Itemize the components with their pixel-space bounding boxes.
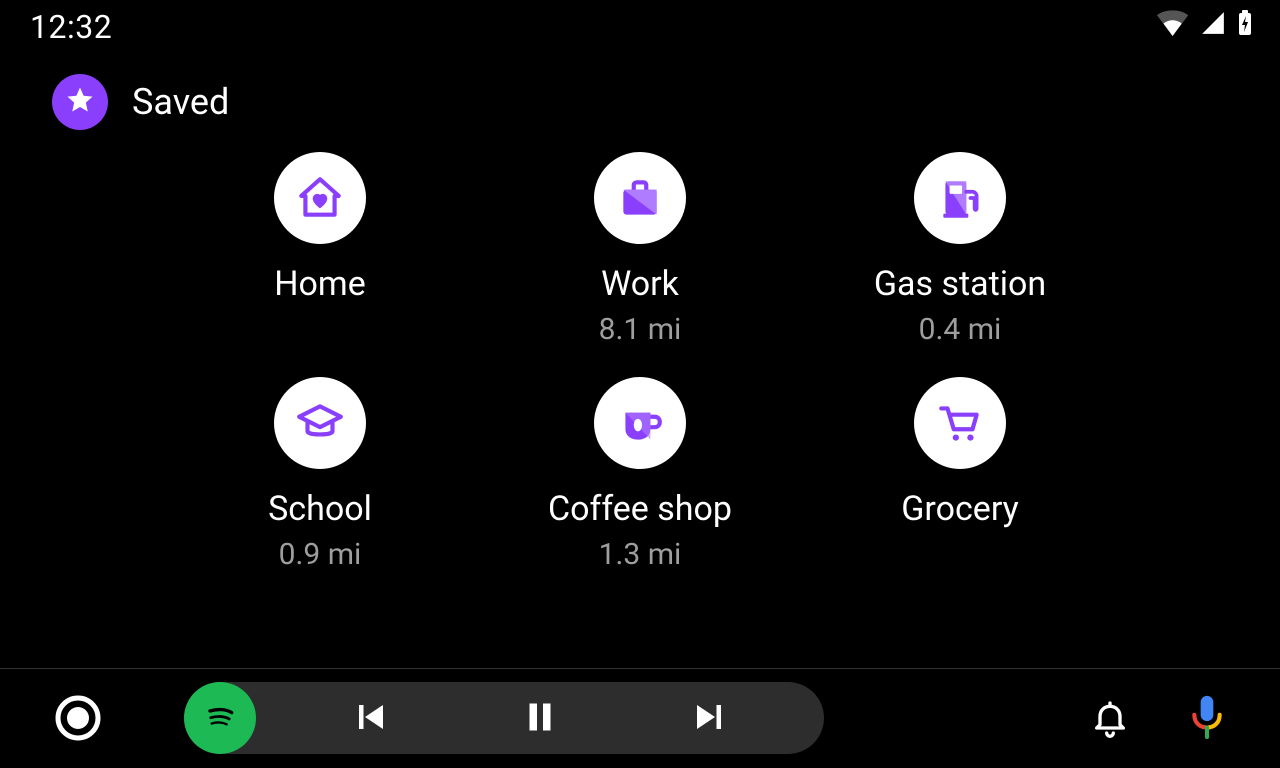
notifications-button[interactable] — [1090, 698, 1130, 738]
header-star-badge — [52, 74, 108, 130]
tile-distance: 8.1 mi — [599, 312, 682, 347]
bell-icon — [1090, 698, 1130, 738]
tile-home[interactable]: Home — [170, 152, 470, 377]
graduation-icon — [274, 377, 366, 469]
tile-school[interactable]: School 0.9 mi — [170, 377, 470, 602]
tile-label: Work — [601, 264, 679, 304]
tile-work[interactable]: Work 8.1 mi — [490, 152, 790, 377]
status-icons — [1157, 10, 1252, 40]
cellular-icon — [1200, 10, 1226, 40]
previous-track-button[interactable] — [343, 689, 399, 748]
saved-places-grid: Home Work 8.1 mi Gas station 0.4 mi Scho… — [0, 152, 1280, 602]
tile-label: Home — [274, 264, 366, 304]
spotify-app-button[interactable] — [184, 682, 256, 754]
briefcase-icon — [594, 152, 686, 244]
status-time: 12:32 — [30, 8, 112, 46]
status-bar: 12:32 — [0, 0, 1280, 52]
home-heart-icon — [274, 152, 366, 244]
media-pill — [184, 682, 824, 754]
page-header: Saved — [0, 52, 1280, 130]
tile-grocery[interactable]: Grocery — [810, 377, 1110, 602]
tile-distance: 0.4 mi — [919, 312, 1002, 347]
wifi-icon — [1157, 10, 1188, 40]
skip-next-icon — [691, 723, 727, 738]
spotify-icon — [200, 696, 240, 740]
tile-label: Grocery — [901, 489, 1018, 529]
assistant-mic-button[interactable] — [1188, 694, 1226, 742]
next-track-button[interactable] — [681, 689, 737, 748]
tile-label: Gas station — [874, 264, 1046, 304]
pause-icon — [522, 723, 558, 738]
page-title: Saved — [132, 81, 229, 123]
tile-distance: 0.9 mi — [279, 537, 362, 572]
bottom-bar — [0, 668, 1280, 768]
launcher-button[interactable] — [54, 694, 102, 742]
tile-gas-station[interactable]: Gas station 0.4 mi — [810, 152, 1110, 377]
tile-distance: 1.3 mi — [599, 537, 682, 572]
tile-coffee-shop[interactable]: Coffee shop 1.3 mi — [490, 377, 790, 602]
pause-button[interactable] — [512, 689, 568, 748]
tile-label: School — [268, 489, 372, 529]
tile-label: Coffee shop — [548, 489, 732, 529]
gas-pump-icon — [914, 152, 1006, 244]
cart-icon — [914, 377, 1006, 469]
launcher-circle-icon — [54, 694, 102, 742]
assistant-mic-icon — [1188, 694, 1226, 742]
coffee-icon — [594, 377, 686, 469]
skip-previous-icon — [353, 723, 389, 738]
star-icon — [65, 85, 95, 119]
battery-charging-icon — [1238, 10, 1252, 40]
